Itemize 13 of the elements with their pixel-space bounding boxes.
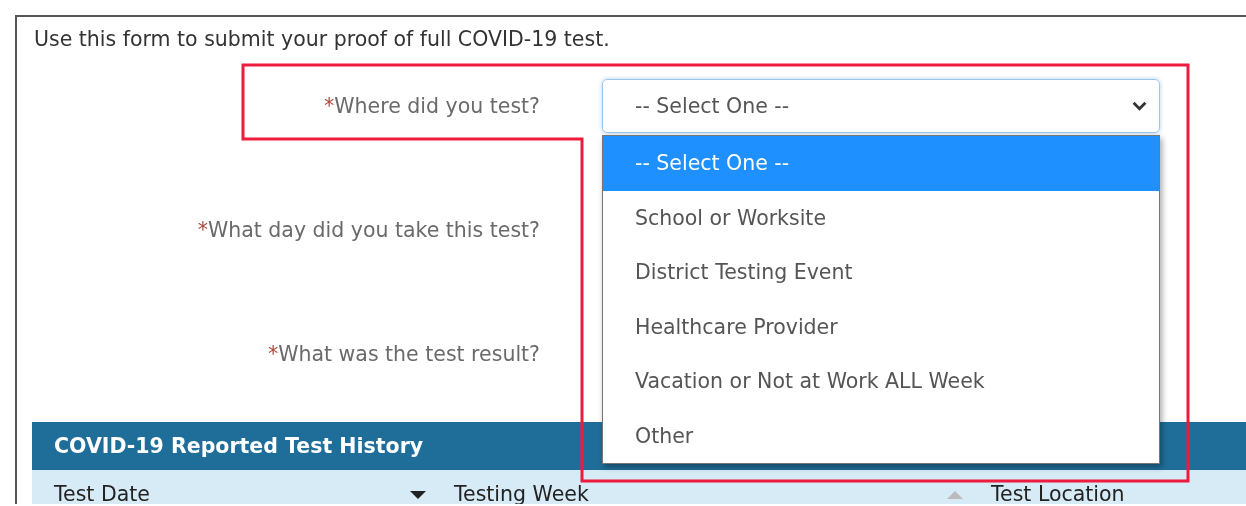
- dropdown-option[interactable]: District Testing Event: [603, 245, 1159, 300]
- column-header[interactable]: Test Location: [991, 482, 1125, 504]
- column-header[interactable]: Test Date: [54, 482, 150, 504]
- dropdown-option[interactable]: Healthcare Provider: [603, 299, 1159, 354]
- chevron-down-icon: [1132, 101, 1147, 111]
- dropdown-option[interactable]: School or Worksite: [603, 190, 1159, 245]
- field-label: *What day did you take this test?: [196, 217, 540, 244]
- select-dropdown[interactable]: -- Select One --: [602, 79, 1160, 133]
- sort-down-icon[interactable]: [410, 491, 426, 499]
- dropdown-option[interactable]: Vacation or Not at Work ALL Week: [603, 354, 1159, 409]
- intro-text: Use this form to submit your proof of full COVID-19 test.: [33, 26, 611, 53]
- field-label: *Where did you test?: [323, 93, 540, 120]
- field-label: *What was the test result?: [266, 341, 540, 368]
